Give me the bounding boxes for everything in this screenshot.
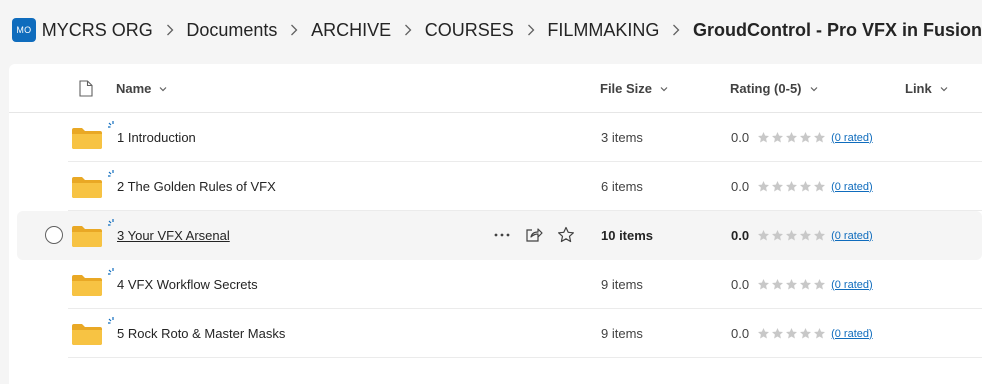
- star-icon[interactable]: [757, 180, 770, 193]
- document-icon[interactable]: [79, 80, 93, 97]
- star-icon[interactable]: [785, 229, 798, 242]
- star-icon[interactable]: [813, 278, 826, 291]
- folder-name-link[interactable]: 1 Introduction: [117, 113, 196, 162]
- more-icon[interactable]: [491, 224, 513, 246]
- table-row[interactable]: 2 The Golden Rules of VFX 6 items 0.0 (0…: [9, 162, 982, 211]
- star-icon[interactable]: [813, 131, 826, 144]
- file-size: 9 items: [601, 326, 643, 341]
- file-list: Name File Size Rating (0-5) Link 1 Intro…: [9, 64, 982, 384]
- org-badge[interactable]: MO: [12, 18, 36, 42]
- table-row-hovered[interactable]: 3 Your VFX Arsenal 10 items 0.0 (0 rated…: [17, 211, 982, 260]
- star-icon[interactable]: [757, 327, 770, 340]
- star-icon[interactable]: [785, 180, 798, 193]
- rated-count-link[interactable]: (0 rated): [831, 132, 873, 144]
- column-header-file-size[interactable]: File Size: [600, 64, 668, 113]
- rating-cell: 0.0 (0 rated): [731, 113, 873, 162]
- rating-value: 0.0: [731, 228, 750, 243]
- rated-count-link[interactable]: (0 rated): [831, 328, 873, 340]
- table-row[interactable]: 4 VFX Workflow Secrets 9 items 0.0 (0 ra…: [9, 260, 982, 309]
- star-icon[interactable]: [771, 327, 784, 340]
- star-icon[interactable]: [785, 327, 798, 340]
- star-icon[interactable]: [799, 131, 812, 144]
- star-outline-icon[interactable]: [555, 224, 577, 246]
- row-select-radio[interactable]: [45, 226, 63, 244]
- rating-value: 0.0: [731, 179, 750, 194]
- star-icon[interactable]: [785, 131, 798, 144]
- rated-count-link[interactable]: (0 rated): [831, 230, 873, 242]
- breadcrumb-item-courses[interactable]: COURSES: [425, 20, 514, 41]
- folder-icon: [72, 128, 102, 149]
- chevron-right-icon: [153, 24, 187, 36]
- share-icon[interactable]: [523, 224, 545, 246]
- star-icon[interactable]: [757, 229, 770, 242]
- folder-name-link[interactable]: 4 VFX Workflow Secrets: [117, 260, 258, 309]
- breadcrumb-item-documents[interactable]: Documents: [186, 20, 277, 41]
- rated-count-link[interactable]: (0 rated): [831, 181, 873, 193]
- breadcrumb-current: GroudControl - Pro VFX in Fusion: [693, 19, 982, 40]
- file-size: 9 items: [601, 277, 643, 292]
- folder-icon: [72, 177, 102, 198]
- rating-value: 0.0: [731, 326, 750, 341]
- chevron-right-icon: [277, 24, 311, 36]
- chevron-down-icon: [660, 86, 668, 91]
- folder-name-link[interactable]: 3 Your VFX Arsenal: [117, 211, 230, 260]
- file-size: 10 items: [601, 228, 654, 243]
- rating-cell: 0.0 (0 rated): [731, 211, 873, 260]
- file-size: 3 items: [601, 130, 643, 145]
- star-icon[interactable]: [785, 278, 798, 291]
- star-icon[interactable]: [771, 180, 784, 193]
- rating-cell: 0.0 (0 rated): [731, 309, 873, 358]
- folder-name-link[interactable]: 2 The Golden Rules of VFX: [117, 162, 276, 211]
- star-icon[interactable]: [757, 131, 770, 144]
- row-actions: [491, 224, 577, 246]
- chevron-right-icon: [514, 24, 548, 36]
- chevron-down-icon: [810, 86, 817, 91]
- rating-cell: 0.0 (0 rated): [731, 162, 873, 211]
- star-icon[interactable]: [771, 131, 784, 144]
- column-header-link[interactable]: Link: [905, 64, 948, 113]
- star-icon[interactable]: [771, 278, 784, 291]
- star-rating[interactable]: [757, 131, 826, 144]
- star-icon[interactable]: [813, 229, 826, 242]
- table-row[interactable]: 1 Introduction 3 items 0.0 (0 rated): [9, 113, 982, 162]
- star-icon[interactable]: [799, 278, 812, 291]
- rated-count-link[interactable]: (0 rated): [831, 279, 873, 291]
- star-icon[interactable]: [771, 229, 784, 242]
- folder-icon: [72, 275, 102, 296]
- star-icon[interactable]: [757, 278, 770, 291]
- chevron-down-icon: [940, 86, 948, 91]
- breadcrumb-item-archive[interactable]: ARCHIVE: [311, 20, 391, 41]
- file-size: 6 items: [601, 179, 643, 194]
- star-rating[interactable]: [757, 327, 826, 340]
- star-rating[interactable]: [757, 278, 826, 291]
- star-icon[interactable]: [799, 180, 812, 193]
- column-rating-label: Rating (0-5): [730, 81, 802, 96]
- folder-name-link[interactable]: 5 Rock Roto & Master Masks: [117, 309, 285, 358]
- star-icon[interactable]: [813, 180, 826, 193]
- column-header-name[interactable]: Name: [116, 64, 167, 113]
- table-row[interactable]: 5 Rock Roto & Master Masks 9 items 0.0 (…: [9, 309, 982, 358]
- column-name-label: Name: [116, 81, 152, 96]
- star-rating[interactable]: [757, 229, 826, 242]
- chevron-right-icon: [391, 24, 425, 36]
- column-file-size-label: File Size: [600, 81, 653, 96]
- chevron-right-icon: [659, 24, 693, 36]
- rating-cell: 0.0 (0 rated): [731, 260, 873, 309]
- star-rating[interactable]: [757, 180, 826, 193]
- column-link-label: Link: [905, 81, 932, 96]
- rating-value: 0.0: [731, 130, 750, 145]
- star-icon[interactable]: [799, 327, 812, 340]
- folder-icon: [72, 226, 102, 247]
- breadcrumb-item-org[interactable]: MYCRS ORG: [42, 20, 153, 41]
- rating-value: 0.0: [731, 277, 750, 292]
- chevron-down-icon: [159, 86, 167, 91]
- star-icon[interactable]: [813, 327, 826, 340]
- row-divider: [68, 357, 982, 358]
- breadcrumb-item-filmmaking[interactable]: FILMMAKING: [547, 20, 659, 41]
- breadcrumb: MO MYCRS ORG Documents ARCHIVE COURSES F…: [0, 0, 982, 60]
- star-icon[interactable]: [799, 229, 812, 242]
- folder-icon: [72, 324, 102, 345]
- list-header: Name File Size Rating (0-5) Link: [9, 64, 982, 113]
- column-header-rating[interactable]: Rating (0-5): [730, 64, 818, 113]
